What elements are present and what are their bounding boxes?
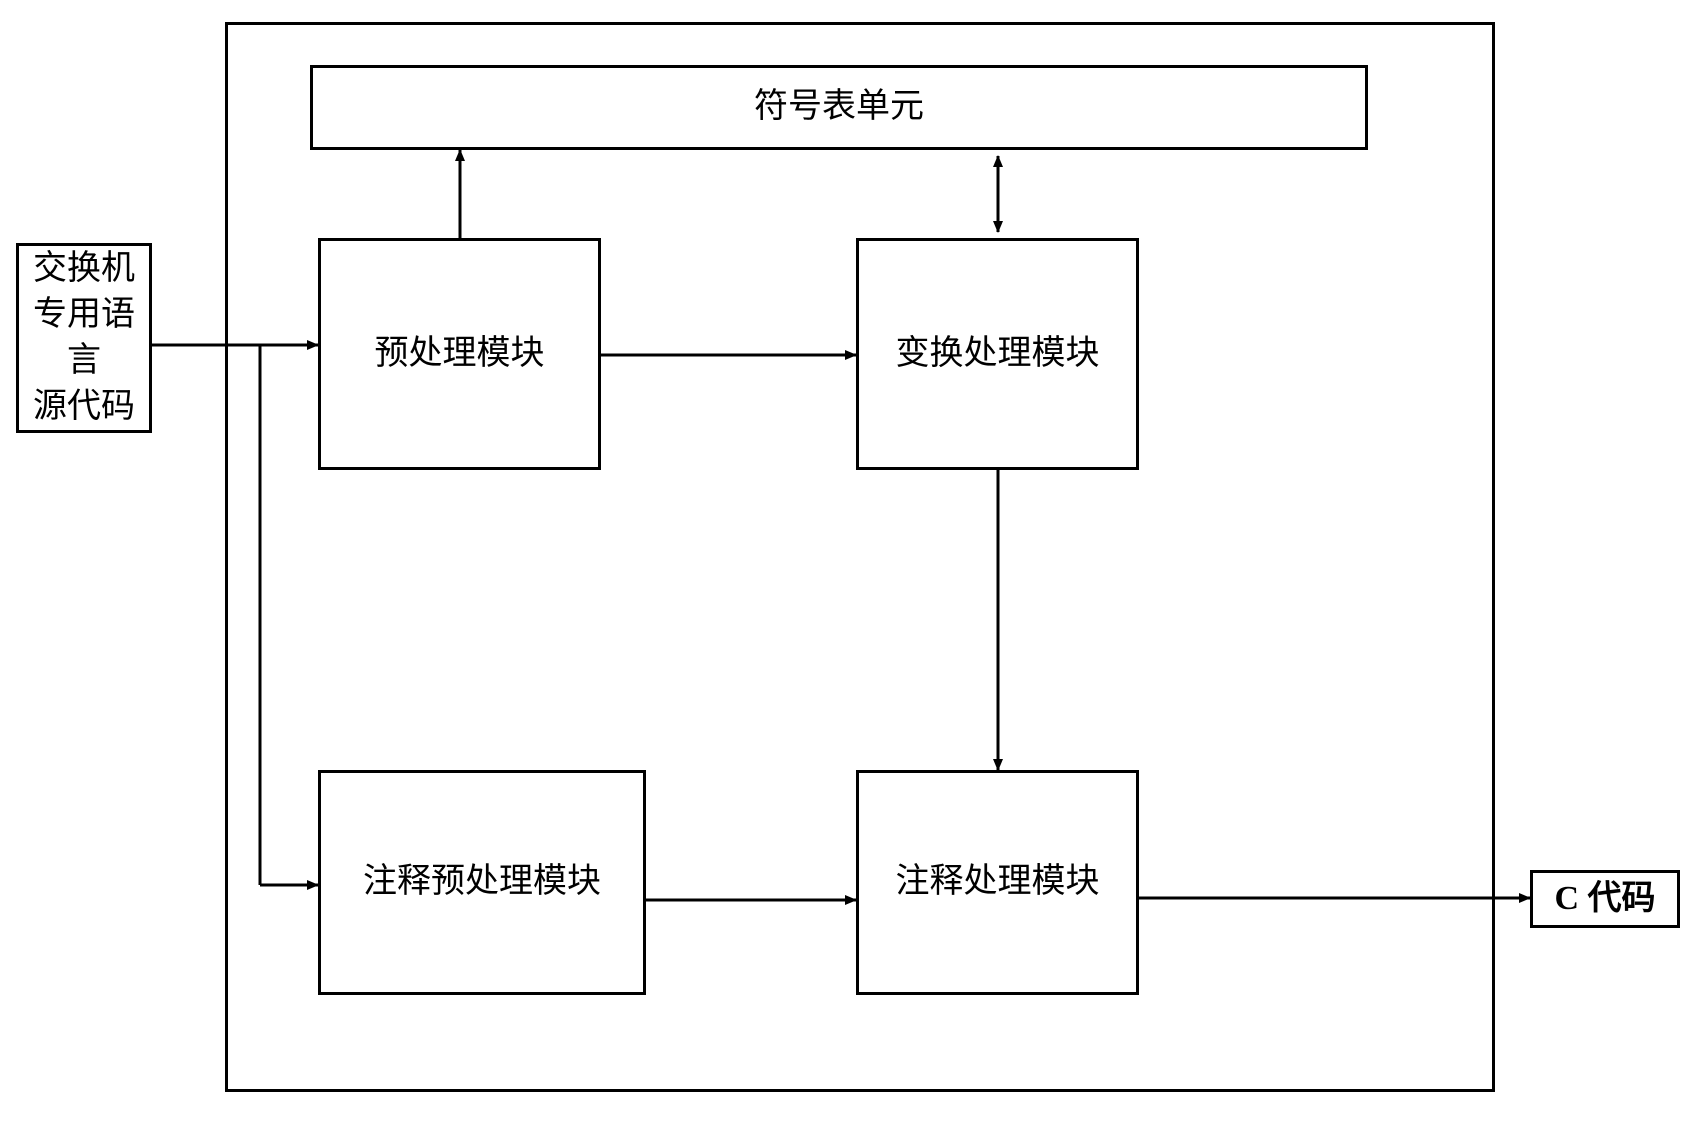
comment-preprocess-box: 注释预处理模块	[318, 770, 646, 995]
diagram-canvas: 交换机 专用语言 源代码 符号表单元 预处理模块 变换处理模块 注释预处理模块 …	[0, 0, 1695, 1146]
output-box-label: C 代码	[1554, 877, 1655, 921]
input-box-label: 交换机 专用语言 源代码	[19, 246, 149, 430]
output-box: C 代码	[1530, 870, 1680, 928]
transform-label: 变换处理模块	[896, 332, 1100, 376]
input-box: 交换机 专用语言 源代码	[16, 243, 152, 433]
symbol-table-box: 符号表单元	[310, 65, 1368, 150]
preprocess-label: 预处理模块	[375, 332, 545, 376]
preprocess-box: 预处理模块	[318, 238, 601, 470]
transform-box: 变换处理模块	[856, 238, 1139, 470]
comment-process-label: 注释处理模块	[896, 860, 1100, 904]
symbol-table-label: 符号表单元	[754, 85, 924, 129]
comment-process-box: 注释处理模块	[856, 770, 1139, 995]
comment-preprocess-label: 注释预处理模块	[363, 860, 601, 904]
